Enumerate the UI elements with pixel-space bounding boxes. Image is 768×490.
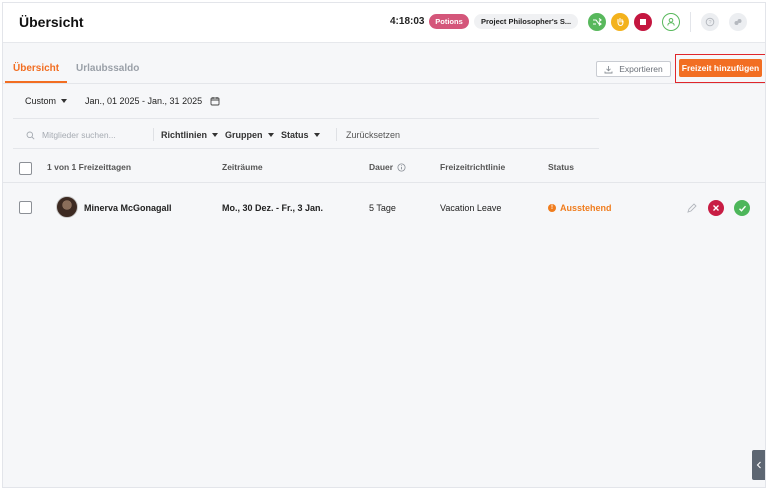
- apps-button[interactable]: [729, 13, 747, 31]
- timer-display: 4:18:03: [390, 16, 425, 27]
- user-status-button[interactable]: [662, 13, 680, 31]
- time-off-period: Mo., 30 Dez. - Fr., 3 Jan.: [222, 203, 324, 213]
- stop-timer-button[interactable]: [634, 13, 652, 31]
- chevron-left-icon: [756, 461, 761, 469]
- policy-value: Vacation Leave: [440, 203, 502, 213]
- download-icon: [604, 65, 613, 73]
- header-divider: [690, 12, 691, 32]
- chevron-down-icon: [313, 133, 320, 137]
- apps-icon: [734, 19, 742, 25]
- duration-value: 5 Tage: [369, 203, 396, 213]
- calendar-icon: [210, 97, 220, 106]
- period-label: Custom: [25, 96, 57, 106]
- edit-button[interactable]: [684, 200, 700, 216]
- duration-header: Dauer: [369, 162, 406, 172]
- pencil-icon: [687, 203, 697, 213]
- help-button[interactable]: ?: [701, 13, 719, 31]
- date-filter-row: Custom Jan., 01 2025 - Jan., 31 2025: [3, 85, 765, 117]
- export-button[interactable]: Exportieren: [596, 61, 671, 77]
- status-badge: ! Ausstehend: [548, 203, 612, 213]
- chevron-down-icon: [212, 133, 219, 137]
- top-header: Übersicht 4:18:03 Potions Project Philos…: [3, 3, 765, 43]
- select-all-checkbox[interactable]: [19, 162, 32, 175]
- approve-button[interactable]: [734, 200, 750, 216]
- info-icon[interactable]: [397, 163, 406, 172]
- policies-filter[interactable]: Richtlinien: [161, 130, 219, 140]
- date-range-picker[interactable]: Jan., 01 2025 - Jan., 31 2025: [85, 96, 220, 106]
- groups-filter-label: Gruppen: [225, 130, 263, 140]
- export-label: Exportieren: [619, 64, 663, 74]
- status-filter-label: Status: [281, 130, 309, 140]
- svg-text:?: ?: [708, 20, 711, 26]
- tab-overview[interactable]: Übersicht: [13, 63, 59, 74]
- status-label: Ausstehend: [560, 203, 612, 213]
- table-row: Minerva McGonagall Mo., 30 Dez. - Fr., 3…: [3, 184, 765, 230]
- member-search-input[interactable]: Mitglieder suchen...: [26, 130, 116, 140]
- reset-filters-link[interactable]: Zurücksetzen: [346, 130, 400, 140]
- filter-divider: [336, 128, 337, 141]
- search-placeholder: Mitglieder suchen...: [42, 130, 116, 140]
- close-icon: [713, 205, 719, 211]
- chevron-down-icon: [267, 133, 274, 137]
- filter-bar: Mitglieder suchen... Richtlinien Gruppen…: [13, 118, 599, 149]
- shuffle-icon: [593, 18, 602, 26]
- side-panel-toggle[interactable]: [752, 450, 765, 480]
- date-range-label: Jan., 01 2025 - Jan., 31 2025: [85, 96, 203, 106]
- project-selector[interactable]: Project Philosopher's S...: [474, 14, 578, 29]
- app-frame: Übersicht 4:18:03 Potions Project Philos…: [2, 2, 766, 488]
- reject-button[interactable]: [708, 200, 724, 216]
- count-header: 1 von 1 Freizeittagen: [47, 162, 132, 172]
- row-checkbox[interactable]: [19, 201, 32, 214]
- user-icon: [667, 18, 675, 26]
- groups-filter[interactable]: Gruppen: [225, 130, 274, 140]
- status-header: Status: [548, 162, 574, 172]
- help-icon: ?: [705, 17, 715, 27]
- stop-icon: [640, 19, 646, 25]
- table-header: 1 von 1 Freizeittagen Zeiträume Dauer Fr…: [3, 151, 765, 183]
- pending-icon: !: [548, 204, 556, 212]
- chevron-down-icon: [61, 99, 68, 103]
- policies-filter-label: Richtlinien: [161, 130, 208, 140]
- active-tab-indicator: [5, 81, 67, 83]
- avatar: [56, 196, 78, 218]
- break-button[interactable]: [611, 13, 629, 31]
- tag-badge[interactable]: Potions: [429, 14, 469, 29]
- period-dropdown[interactable]: Custom: [25, 96, 68, 106]
- tab-bar: Übersicht Urlaubssaldo Exportieren Freiz…: [3, 44, 765, 84]
- tab-leave-balance[interactable]: Urlaubssaldo: [76, 63, 139, 74]
- hand-icon: [617, 17, 624, 27]
- periods-header: Zeiträume: [222, 162, 263, 172]
- duration-header-label: Dauer: [369, 162, 394, 172]
- switch-task-button[interactable]: [588, 13, 606, 31]
- member-name[interactable]: Minerva McGonagall: [84, 203, 172, 213]
- check-icon: [738, 205, 746, 212]
- add-time-off-button[interactable]: Freizeit hinzufügen: [679, 59, 762, 77]
- filter-divider: [153, 128, 154, 141]
- page-title: Übersicht: [19, 14, 84, 30]
- status-filter[interactable]: Status: [281, 130, 320, 140]
- policy-header: Freizeitrichtlinie: [440, 162, 506, 172]
- search-icon: [26, 131, 35, 140]
